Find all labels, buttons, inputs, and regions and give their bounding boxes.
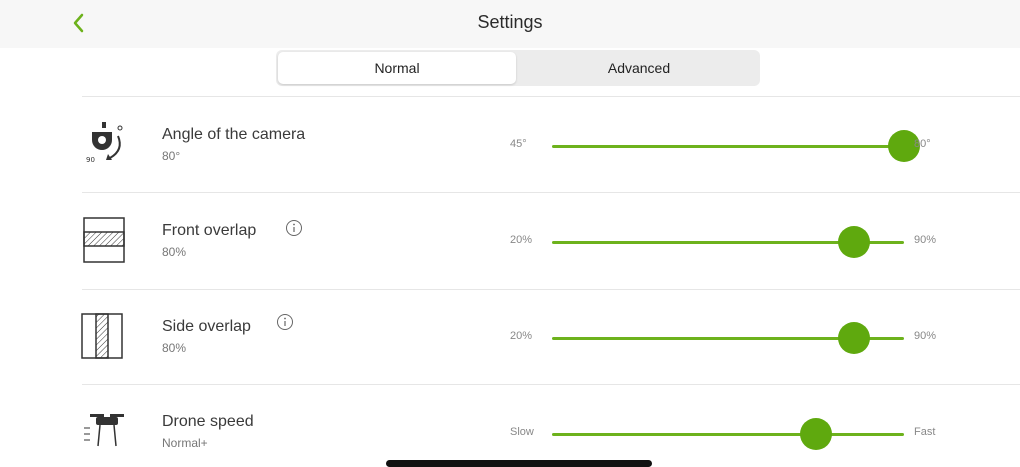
setting-value-side-overlap: 80% bbox=[162, 341, 187, 355]
info-icon[interactable] bbox=[276, 313, 294, 331]
tab-advanced[interactable]: Advanced bbox=[520, 52, 758, 84]
page-title: Settings bbox=[477, 12, 543, 32]
slider-track bbox=[552, 433, 904, 436]
front-overlap-slider[interactable]: 20% 90% bbox=[500, 222, 950, 262]
setting-value-camera-angle: 80° bbox=[162, 149, 181, 163]
slider-max-label: 80° bbox=[914, 138, 931, 150]
slider-thumb[interactable] bbox=[837, 226, 870, 258]
slider-min-label: Slow bbox=[510, 426, 534, 438]
camera-angle-icon: 90 bbox=[78, 118, 128, 168]
mode-segmented-control: Normal Advanced bbox=[276, 50, 760, 86]
top-bar: Settings bbox=[0, 0, 1020, 48]
slider-max-label: Fast bbox=[914, 426, 936, 438]
divider bbox=[82, 289, 1020, 290]
divider bbox=[82, 192, 1020, 193]
svg-text:90: 90 bbox=[86, 156, 95, 164]
drone-icon bbox=[78, 406, 128, 456]
slider-min-label: 45° bbox=[510, 138, 527, 150]
info-icon[interactable] bbox=[285, 219, 303, 237]
slider-max-label: 90% bbox=[914, 330, 937, 342]
setting-label-camera-angle: Angle of the camera bbox=[162, 126, 306, 143]
slider-thumb[interactable] bbox=[800, 418, 832, 450]
setting-label-drone-speed: Drone speed bbox=[162, 413, 254, 430]
drone-speed-slider[interactable]: Slow Fast bbox=[500, 414, 950, 454]
slider-min-label: 20% bbox=[510, 234, 533, 246]
setting-value-front-overlap: 80% bbox=[162, 245, 187, 259]
slider-thumb[interactable] bbox=[837, 322, 870, 354]
side-overlap-slider[interactable]: 20% 90% bbox=[500, 318, 950, 358]
slider-max-label: 90% bbox=[914, 234, 937, 246]
front-overlap-icon bbox=[78, 216, 128, 266]
setting-value-drone-speed: Normal+ bbox=[162, 436, 208, 450]
home-indicator bbox=[386, 460, 652, 467]
slider-track bbox=[552, 145, 904, 148]
divider bbox=[82, 384, 1020, 385]
tab-normal[interactable]: Normal bbox=[278, 52, 516, 84]
setting-label-side-overlap: Side overlap bbox=[162, 318, 251, 335]
side-overlap-icon bbox=[78, 312, 128, 362]
slider-min-label: 20% bbox=[510, 330, 533, 342]
setting-label-front-overlap: Front overlap bbox=[162, 222, 257, 239]
divider bbox=[82, 96, 1020, 97]
camera-angle-slider[interactable]: 45° 80° bbox=[500, 126, 950, 166]
